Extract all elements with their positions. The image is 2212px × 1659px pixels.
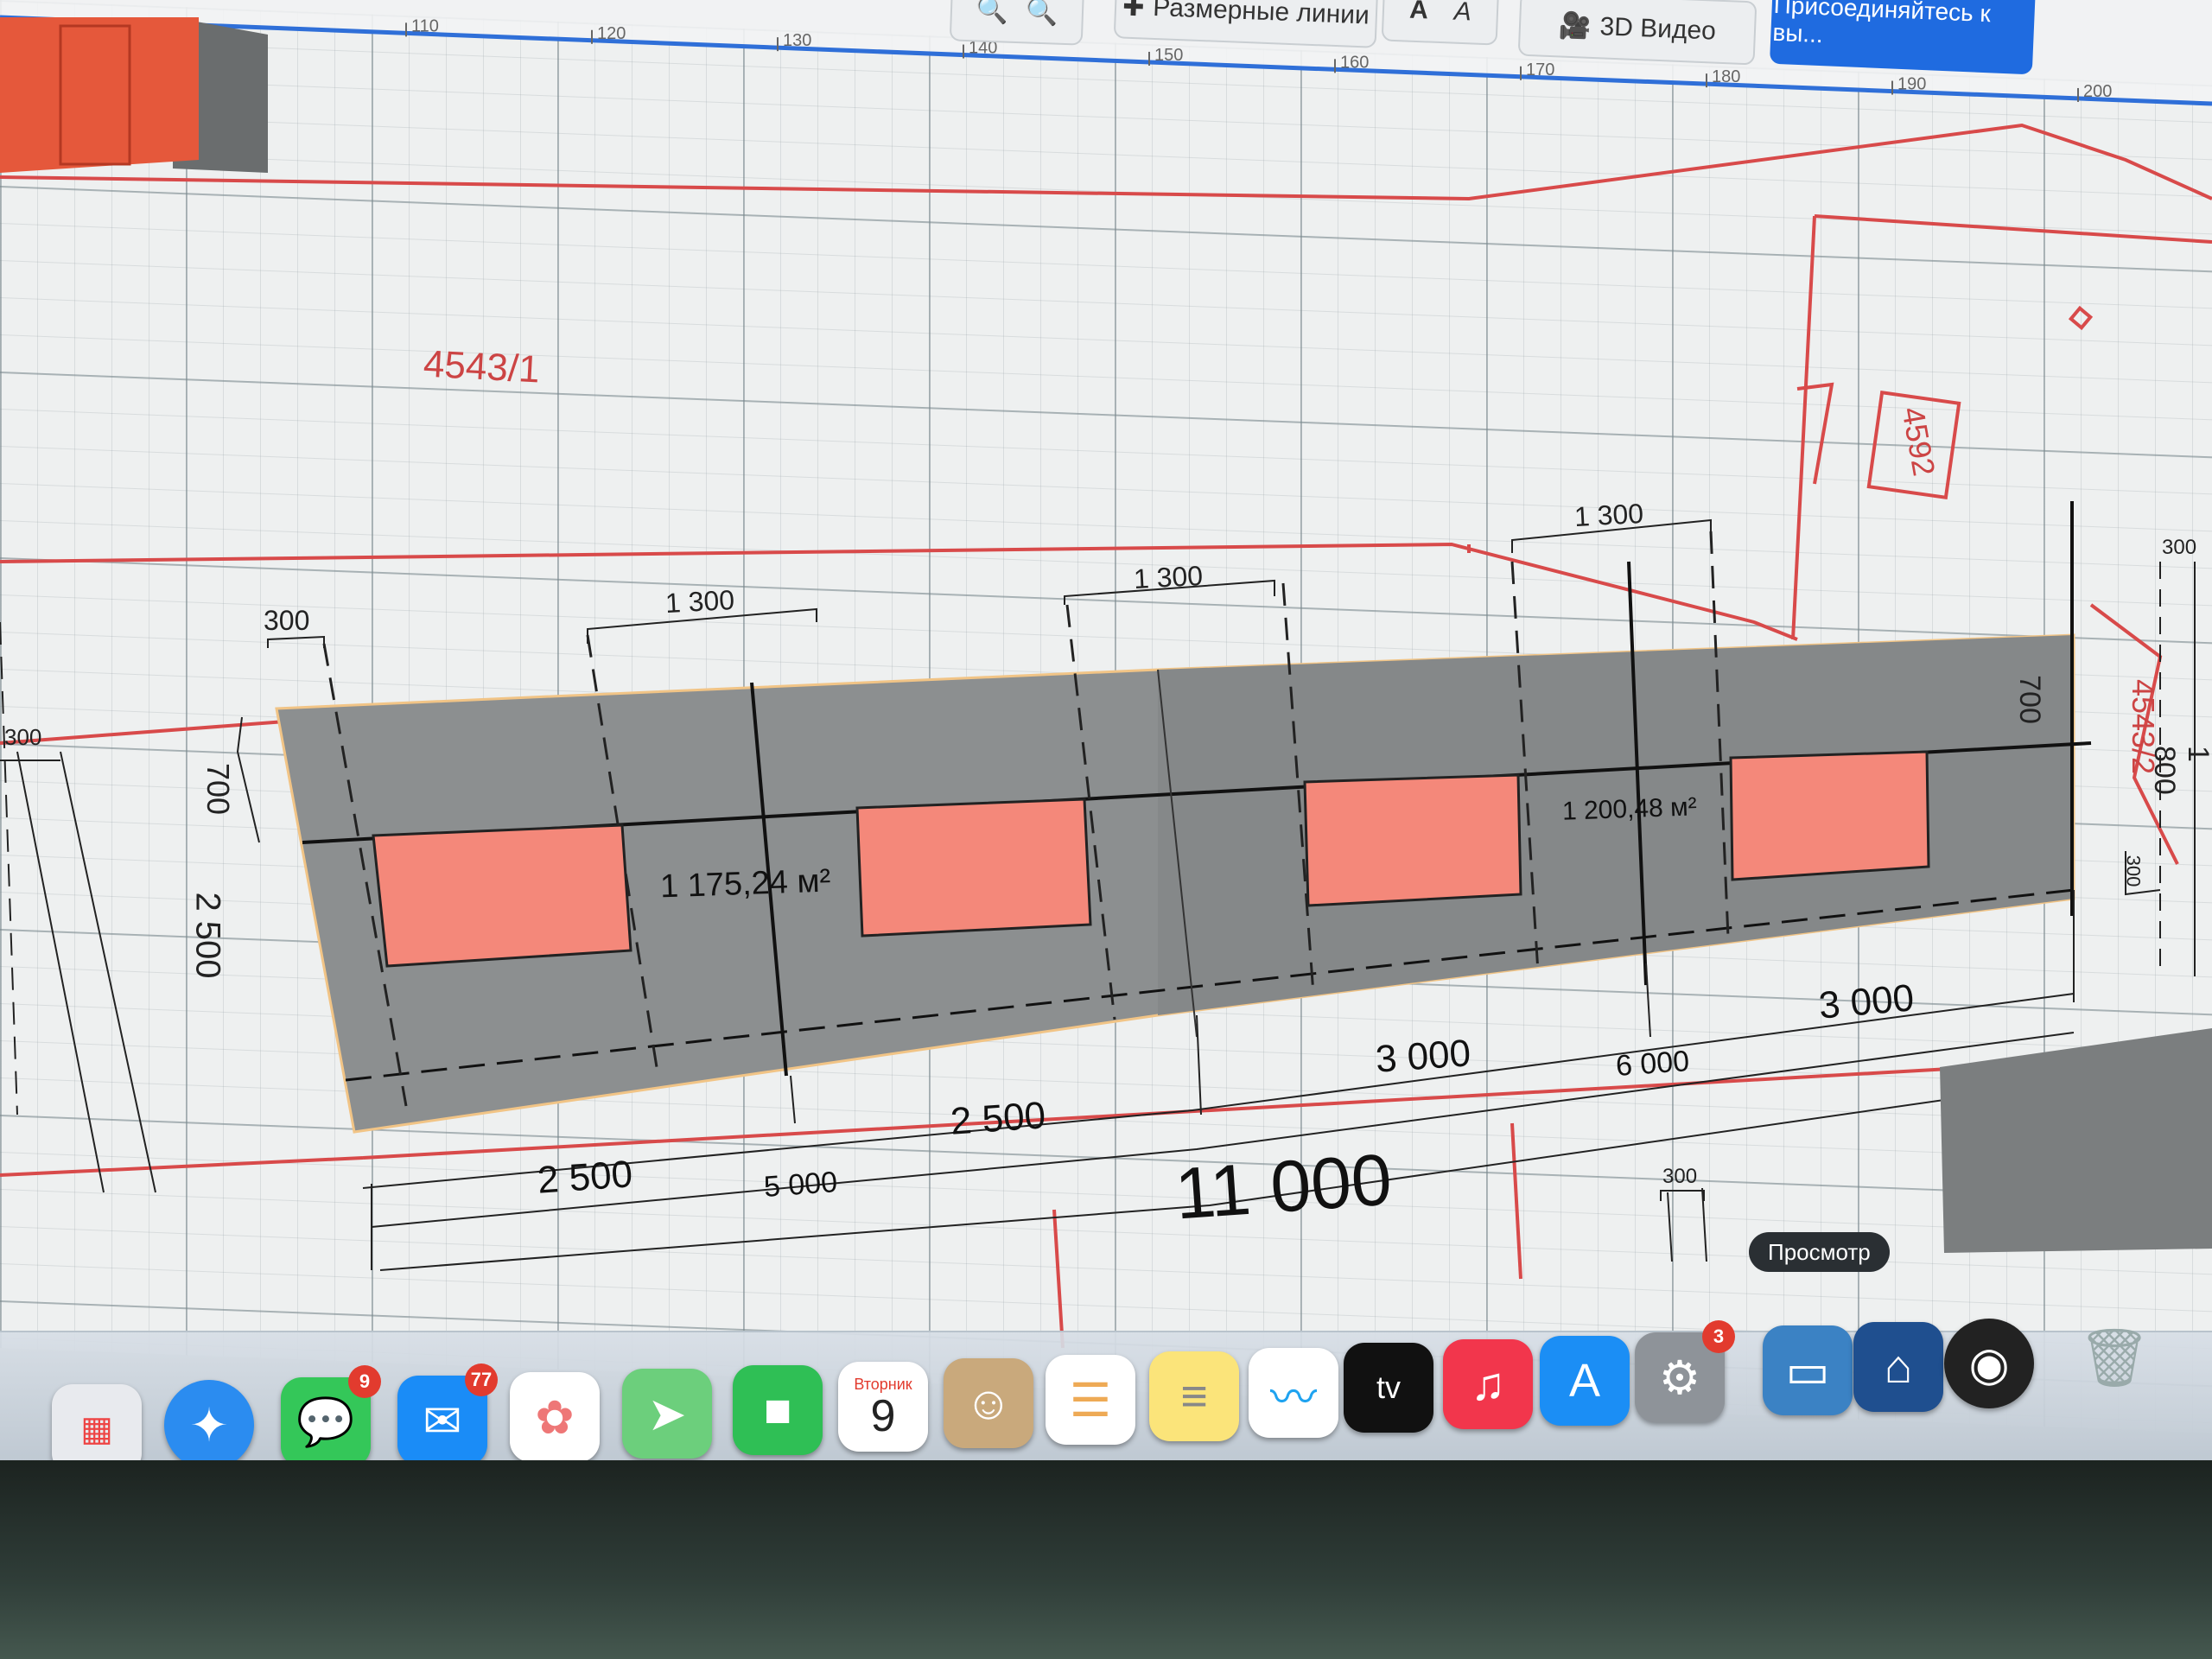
music-icon[interactable]: ♫ bbox=[1443, 1339, 1533, 1429]
dim-depth-right: 1 800 bbox=[2148, 746, 2212, 795]
dim-total-length: 11 000 bbox=[1172, 1138, 1395, 1235]
dim-segment-3: 3 000 bbox=[1374, 1032, 1472, 1081]
dim-segment-4: 3 000 bbox=[1817, 976, 1916, 1027]
dim-half-left: 5 000 bbox=[762, 1166, 839, 1204]
system-settings-icon[interactable]: ⚙ 3 bbox=[1635, 1320, 1735, 1422]
text-bold-button[interactable]: A bbox=[1409, 0, 1429, 25]
zoom-controls[interactable]: 🔍 🔍 bbox=[949, 0, 1085, 46]
apple-tv-label: tv bbox=[1376, 1370, 1401, 1405]
dim-setback-right-top: 300 bbox=[2162, 536, 2197, 559]
calendar-day: 9 bbox=[870, 1390, 896, 1441]
home-design-icon[interactable]: ⌂ bbox=[1853, 1322, 1943, 1412]
mail-icon[interactable]: ✉ 77 bbox=[397, 1363, 498, 1465]
dim-gap-2: 1 300 bbox=[1133, 559, 1204, 595]
dim-depth-top-left: 700 bbox=[200, 762, 237, 816]
join-label: Присоединяйтесь к вы... bbox=[1771, 0, 1992, 48]
area-right: 1 200,48 м² bbox=[1561, 792, 1698, 826]
dim-setback-right-small: 300 bbox=[2122, 855, 2145, 887]
video-camera-icon: 🎥 bbox=[1558, 10, 1592, 41]
screen: 110120130140150160170180190200210 bbox=[0, 0, 2212, 1659]
dim-depth-top-right: 700 bbox=[2012, 675, 2046, 724]
text-style-buttons[interactable]: A A bbox=[1381, 0, 1500, 46]
reminders-icon[interactable]: ☰ bbox=[1046, 1355, 1135, 1445]
dim-setback-bottom: 300 bbox=[1662, 1165, 1698, 1188]
dim-segment-2: 2 500 bbox=[949, 1094, 1047, 1143]
parcel-label-4543-1: 4543/1 bbox=[422, 342, 541, 391]
calendar-icon[interactable]: Вторник 9 bbox=[838, 1362, 928, 1452]
toolbar: 🔍 🔍 ✚ Размерные линии A A 🎥 3D Видео При… bbox=[0, 0, 2212, 75]
dimension-lines-label: Размерные линии bbox=[1152, 0, 1370, 30]
trash-icon[interactable]: 🗑 bbox=[2069, 1313, 2159, 1403]
dock-tooltip: Просмотр bbox=[1749, 1232, 1890, 1272]
photos-icon[interactable]: ✿ bbox=[510, 1372, 600, 1462]
join-button[interactable]: Присоединяйтесь к вы... bbox=[1769, 0, 2037, 75]
parcel-label-4592: 4592 bbox=[1895, 404, 1942, 479]
color-picker-icon[interactable]: ◉ bbox=[1944, 1319, 2034, 1408]
maps-icon[interactable]: ➤ bbox=[622, 1369, 712, 1459]
area-left: 1 175,24 м² bbox=[659, 862, 831, 906]
dim-depth-total-left: 2 500 bbox=[188, 892, 227, 979]
apple-tv-icon[interactable]: tv bbox=[1344, 1343, 1433, 1433]
dim-setback-left-edge: 300 bbox=[4, 724, 42, 750]
messages-icon[interactable]: 💬 9 bbox=[281, 1365, 381, 1467]
dimension-labels: 4543/1 4543/2 4592 300 300 300 300 300 1… bbox=[0, 0, 2212, 1348]
safari-icon[interactable]: ✦ bbox=[164, 1380, 254, 1470]
mail-badge: 77 bbox=[465, 1363, 498, 1396]
laptop-bezel bbox=[0, 1460, 2212, 1659]
zoom-in-icon[interactable]: 🔍 bbox=[1025, 0, 1058, 28]
plus-icon: ✚ bbox=[1122, 0, 1145, 22]
freeform-icon[interactable]: 〰 bbox=[1249, 1348, 1338, 1438]
notes-icon[interactable]: ≡ bbox=[1149, 1351, 1239, 1441]
text-italic-button[interactable]: A bbox=[1453, 0, 1471, 27]
dock: ▦ ✦ 💬 9 ✉ 77 ✿ ➤ ■ Вторник 9 ☺ ☰ ≡ 〰 tv … bbox=[0, 1319, 2212, 1474]
dim-gap-3: 1 300 bbox=[1573, 497, 1644, 533]
contacts-icon[interactable]: ☺ bbox=[944, 1358, 1033, 1448]
preview-icon[interactable]: ▭ bbox=[1763, 1325, 1853, 1415]
dim-half-right: 6 000 bbox=[1614, 1045, 1691, 1083]
video-3d-button[interactable]: 🎥 3D Видео bbox=[1517, 0, 1758, 66]
app-store-icon[interactable]: A bbox=[1540, 1336, 1630, 1426]
video-3d-label: 3D Видео bbox=[1599, 12, 1717, 46]
facetime-icon[interactable]: ■ bbox=[733, 1365, 823, 1455]
dimension-lines-button[interactable]: ✚ Размерные линии bbox=[1113, 0, 1379, 48]
dim-gap-1: 1 300 bbox=[664, 583, 735, 620]
dim-segment-1: 2 500 bbox=[536, 1153, 634, 1202]
zoom-out-icon[interactable]: 🔍 bbox=[976, 0, 1009, 26]
settings-badge: 3 bbox=[1702, 1320, 1735, 1353]
dim-setback-left-top: 300 bbox=[264, 605, 310, 636]
messages-badge: 9 bbox=[348, 1365, 381, 1398]
